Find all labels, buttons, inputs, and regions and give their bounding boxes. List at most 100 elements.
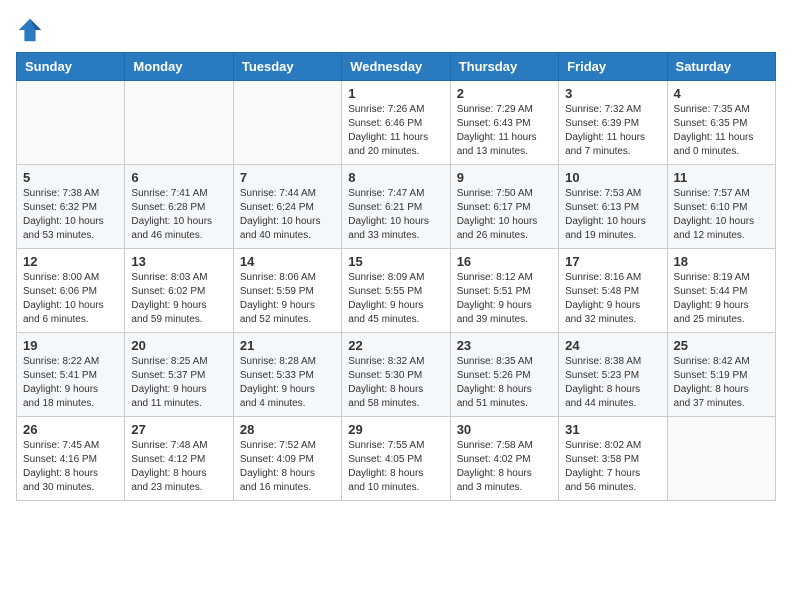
weekday-header-monday: Monday [125, 53, 233, 81]
day-number: 30 [457, 422, 552, 437]
logo [16, 16, 48, 44]
calendar-table: SundayMondayTuesdayWednesdayThursdayFrid… [16, 52, 776, 501]
day-number: 2 [457, 86, 552, 101]
calendar-cell: 11Sunrise: 7:57 AM Sunset: 6:10 PM Dayli… [667, 165, 775, 249]
day-info: Sunrise: 7:38 AM Sunset: 6:32 PM Dayligh… [23, 187, 118, 243]
day-info: Sunrise: 8:16 AM Sunset: 5:48 PM Dayligh… [565, 271, 660, 327]
week-row-5: 26 Sunrise: 7:45 AM Sunset: 4:16 PM Dayli… [17, 417, 776, 501]
day-info: Sunrise: 8:03 AM Sunset: 6:02 PM Dayligh… [131, 271, 226, 327]
day-number: 1 [348, 86, 443, 101]
day-info: Sunrise: 7:50 AM Sunset: 6:17 PM Dayligh… [457, 187, 552, 243]
day-info: Sunrise: 7:26 AM Sunset: 6:46 PM Dayligh… [348, 103, 443, 159]
day-info: Sunrise: 7:29 AM Sunset: 6:43 PM Dayligh… [457, 103, 552, 159]
weekday-header-friday: Friday [559, 53, 667, 81]
calendar-cell: 1 Sunrise: 7:26 AM Sunset: 6:46 PM Daylig… [342, 81, 450, 165]
day-number: 16 [457, 254, 552, 269]
calendar-cell: 28 Sunrise: 7:52 AM Sunset: 4:09 PM Dayli… [233, 417, 341, 501]
day-number: 13 [131, 254, 226, 269]
calendar-cell [125, 81, 233, 165]
day-number: 6 [131, 170, 226, 185]
day-info: Sunrise: 7:44 AM Sunset: 6:24 PM Dayligh… [240, 187, 335, 243]
calendar-cell: 30 Sunrise: 7:58 AM Sunset: 4:02 PM Dayli… [450, 417, 558, 501]
day-number: 31 [565, 422, 660, 437]
day-number: 5 [23, 170, 118, 185]
week-row-1: 1 Sunrise: 7:26 AM Sunset: 6:46 PM Daylig… [17, 81, 776, 165]
calendar-cell: 4 Sunrise: 7:35 AM Sunset: 6:35 PM Daylig… [667, 81, 775, 165]
day-info: Sunrise: 7:55 AM Sunset: 4:05 PM Dayligh… [348, 439, 443, 495]
day-number: 29 [348, 422, 443, 437]
calendar-cell: 14Sunrise: 8:06 AM Sunset: 5:59 PM Dayli… [233, 249, 341, 333]
day-number: 7 [240, 170, 335, 185]
day-number: 20 [131, 338, 226, 353]
day-number: 25 [674, 338, 769, 353]
day-number: 3 [565, 86, 660, 101]
day-number: 28 [240, 422, 335, 437]
calendar-cell: 21Sunrise: 8:28 AM Sunset: 5:33 PM Dayli… [233, 333, 341, 417]
day-info: Sunrise: 7:41 AM Sunset: 6:28 PM Dayligh… [131, 187, 226, 243]
day-number: 23 [457, 338, 552, 353]
calendar-cell: 23 Sunrise: 8:35 AM Sunset: 5:26 PM Dayli… [450, 333, 558, 417]
day-number: 4 [674, 86, 769, 101]
day-info: Sunrise: 8:06 AM Sunset: 5:59 PM Dayligh… [240, 271, 335, 327]
day-info: Sunrise: 7:35 AM Sunset: 6:35 PM Dayligh… [674, 103, 769, 159]
day-info: Sunrise: 8:42 AM Sunset: 5:19 PM Dayligh… [674, 355, 769, 411]
calendar-cell: 5 Sunrise: 7:38 AM Sunset: 6:32 PM Daylig… [17, 165, 125, 249]
calendar-cell: 10 Sunrise: 7:53 AM Sunset: 6:13 PM Dayli… [559, 165, 667, 249]
day-info: Sunrise: 8:32 AM Sunset: 5:30 PM Dayligh… [348, 355, 443, 411]
day-info: Sunrise: 8:25 AM Sunset: 5:37 PM Dayligh… [131, 355, 226, 411]
day-number: 9 [457, 170, 552, 185]
calendar-cell: 13 Sunrise: 8:03 AM Sunset: 6:02 PM Dayli… [125, 249, 233, 333]
day-info: Sunrise: 7:58 AM Sunset: 4:02 PM Dayligh… [457, 439, 552, 495]
day-number: 22 [348, 338, 443, 353]
calendar-cell: 2 Sunrise: 7:29 AM Sunset: 6:43 PM Daylig… [450, 81, 558, 165]
day-number: 12 [23, 254, 118, 269]
calendar-cell: 8 Sunrise: 7:47 AM Sunset: 6:21 PM Daylig… [342, 165, 450, 249]
day-number: 21 [240, 338, 335, 353]
calendar-cell: 6 Sunrise: 7:41 AM Sunset: 6:28 PM Daylig… [125, 165, 233, 249]
calendar-cell [17, 81, 125, 165]
day-number: 27 [131, 422, 226, 437]
weekday-header-wednesday: Wednesday [342, 53, 450, 81]
weekday-header-row: SundayMondayTuesdayWednesdayThursdayFrid… [17, 53, 776, 81]
calendar-cell: 9 Sunrise: 7:50 AM Sunset: 6:17 PM Daylig… [450, 165, 558, 249]
week-row-2: 5 Sunrise: 7:38 AM Sunset: 6:32 PM Daylig… [17, 165, 776, 249]
calendar-cell: 20 Sunrise: 8:25 AM Sunset: 5:37 PM Dayli… [125, 333, 233, 417]
day-info: Sunrise: 8:00 AM Sunset: 6:06 PM Dayligh… [23, 271, 118, 327]
day-info: Sunrise: 8:22 AM Sunset: 5:41 PM Dayligh… [23, 355, 118, 411]
calendar-cell: 19Sunrise: 8:22 AM Sunset: 5:41 PM Dayli… [17, 333, 125, 417]
calendar-cell: 27 Sunrise: 7:48 AM Sunset: 4:12 PM Dayli… [125, 417, 233, 501]
day-info: Sunrise: 7:48 AM Sunset: 4:12 PM Dayligh… [131, 439, 226, 495]
calendar-cell: 16 Sunrise: 8:12 AM Sunset: 5:51 PM Dayli… [450, 249, 558, 333]
day-info: Sunrise: 8:12 AM Sunset: 5:51 PM Dayligh… [457, 271, 552, 327]
day-number: 17 [565, 254, 660, 269]
day-number: 18 [674, 254, 769, 269]
day-info: Sunrise: 8:35 AM Sunset: 5:26 PM Dayligh… [457, 355, 552, 411]
calendar-cell [667, 417, 775, 501]
calendar-cell [233, 81, 341, 165]
day-info: Sunrise: 7:53 AM Sunset: 6:13 PM Dayligh… [565, 187, 660, 243]
logo-icon [16, 16, 44, 44]
weekday-header-saturday: Saturday [667, 53, 775, 81]
weekday-header-sunday: Sunday [17, 53, 125, 81]
day-number: 15 [348, 254, 443, 269]
weekday-header-thursday: Thursday [450, 53, 558, 81]
calendar-cell: 31Sunrise: 8:02 AM Sunset: 3:58 PM Dayli… [559, 417, 667, 501]
day-info: Sunrise: 8:38 AM Sunset: 5:23 PM Dayligh… [565, 355, 660, 411]
calendar-cell: 15Sunrise: 8:09 AM Sunset: 5:55 PM Dayli… [342, 249, 450, 333]
day-info: Sunrise: 7:45 AM Sunset: 4:16 PM Dayligh… [23, 439, 118, 495]
calendar-cell: 24 Sunrise: 8:38 AM Sunset: 5:23 PM Dayli… [559, 333, 667, 417]
calendar-cell: 26 Sunrise: 7:45 AM Sunset: 4:16 PM Dayli… [17, 417, 125, 501]
weekday-header-tuesday: Tuesday [233, 53, 341, 81]
day-number: 26 [23, 422, 118, 437]
calendar-cell: 22 Sunrise: 8:32 AM Sunset: 5:30 PM Dayli… [342, 333, 450, 417]
week-row-3: 12 Sunrise: 8:00 AM Sunset: 6:06 PM Dayli… [17, 249, 776, 333]
day-info: Sunrise: 7:52 AM Sunset: 4:09 PM Dayligh… [240, 439, 335, 495]
calendar-cell: 18Sunrise: 8:19 AM Sunset: 5:44 PM Dayli… [667, 249, 775, 333]
day-number: 10 [565, 170, 660, 185]
calendar-cell: 29 Sunrise: 7:55 AM Sunset: 4:05 PM Dayli… [342, 417, 450, 501]
header [16, 16, 776, 44]
day-info: Sunrise: 7:47 AM Sunset: 6:21 PM Dayligh… [348, 187, 443, 243]
day-number: 8 [348, 170, 443, 185]
day-number: 24 [565, 338, 660, 353]
calendar-cell: 7 Sunrise: 7:44 AM Sunset: 6:24 PM Daylig… [233, 165, 341, 249]
